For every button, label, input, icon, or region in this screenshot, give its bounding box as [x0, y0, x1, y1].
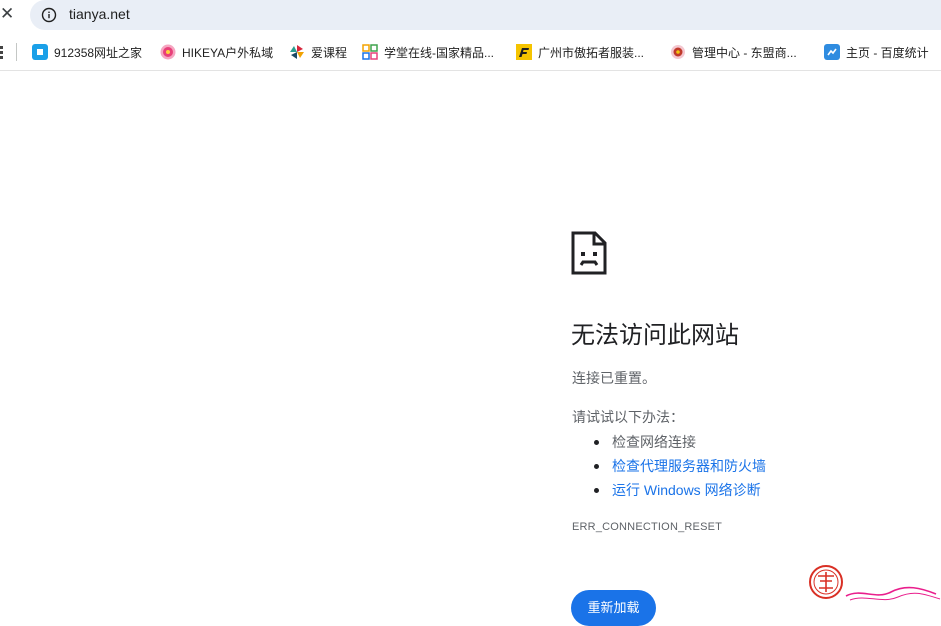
suggestion-check-network: 检查网络连接	[594, 430, 766, 454]
bookmarks-separator	[16, 43, 17, 61]
bullet	[594, 488, 599, 493]
bookmark-912358[interactable]: 912358网址之家	[32, 40, 150, 64]
error-subtitle: 连接已重置。	[572, 370, 656, 386]
chart-square-favicon	[824, 44, 840, 60]
bookmark-xuetangx[interactable]: 学堂在线-国家精品...	[362, 40, 502, 64]
omnibox[interactable]: tianya.net	[30, 0, 941, 30]
red-seal-stamp-icon	[809, 565, 941, 601]
apps-grid-icon[interactable]	[0, 45, 4, 59]
address-bar-area: ✕ tianya.net	[0, 0, 941, 31]
toolbar-divider	[0, 70, 941, 71]
info-icon[interactable]	[41, 7, 57, 23]
bookmark-asean[interactable]: 管理中心 - 东盟商...	[670, 40, 810, 64]
suggestion-text[interactable]: 运行 Windows 网络诊断	[612, 482, 761, 498]
bookmark-label: 912358网址之家	[54, 45, 143, 60]
square-blue-favicon	[32, 44, 48, 60]
gear-flower-favicon	[671, 45, 685, 59]
suggestion-text: 检查网络连接	[612, 434, 696, 450]
url-text[interactable]: tianya.net	[69, 6, 130, 23]
error-title: 无法访问此网站	[571, 322, 739, 349]
bookmark-label: HIKEYA户外私域	[182, 45, 274, 60]
f-logo-favicon	[516, 44, 532, 60]
bullet	[594, 440, 599, 445]
bookmark-label: 管理中心 - 东盟商...	[692, 45, 797, 60]
grid-favicon	[362, 44, 378, 60]
bookmark-label: 广州市傲拓者服装...	[538, 45, 645, 60]
close-icon[interactable]: ✕	[0, 5, 14, 23]
suggestion-check-proxy-link[interactable]: 检查代理服务器和防火墙	[594, 454, 766, 478]
sad-document-icon	[571, 231, 607, 275]
bookmark-label: 主页 - 百度统计	[846, 45, 929, 60]
flower-favicon	[160, 44, 176, 60]
try-label: 请试试以下办法：	[572, 409, 684, 425]
bookmark-guangzhou[interactable]: 广州市傲拓者服装...	[516, 40, 656, 64]
bookmark-hikeya[interactable]: HIKEYA户外私域	[160, 40, 278, 64]
suggestion-text[interactable]: 检查代理服务器和防火墙	[612, 458, 766, 474]
error-code: ERR_CONNECTION_RESET	[572, 521, 723, 533]
suggestions-list: 检查网络连接 检查代理服务器和防火墙 运行 Windows 网络诊断	[594, 430, 766, 502]
bookmark-label: 爱课程	[311, 45, 348, 60]
pinwheel-favicon	[290, 45, 304, 59]
bookmarks-bar: 912358网址之家 HIKEYA户外私域 爱课程 学堂在线-国家精品... 广…	[0, 36, 941, 68]
reload-button[interactable]: 重新加载	[571, 590, 656, 626]
bullet	[594, 464, 599, 469]
bookmark-icourse[interactable]: 爱课程	[289, 40, 353, 64]
suggestion-windows-diagnostics-link[interactable]: 运行 Windows 网络诊断	[594, 478, 766, 502]
bookmark-label: 学堂在线-国家精品...	[384, 45, 494, 60]
bookmark-baidu-tongji[interactable]: 主页 - 百度统计	[824, 40, 941, 64]
